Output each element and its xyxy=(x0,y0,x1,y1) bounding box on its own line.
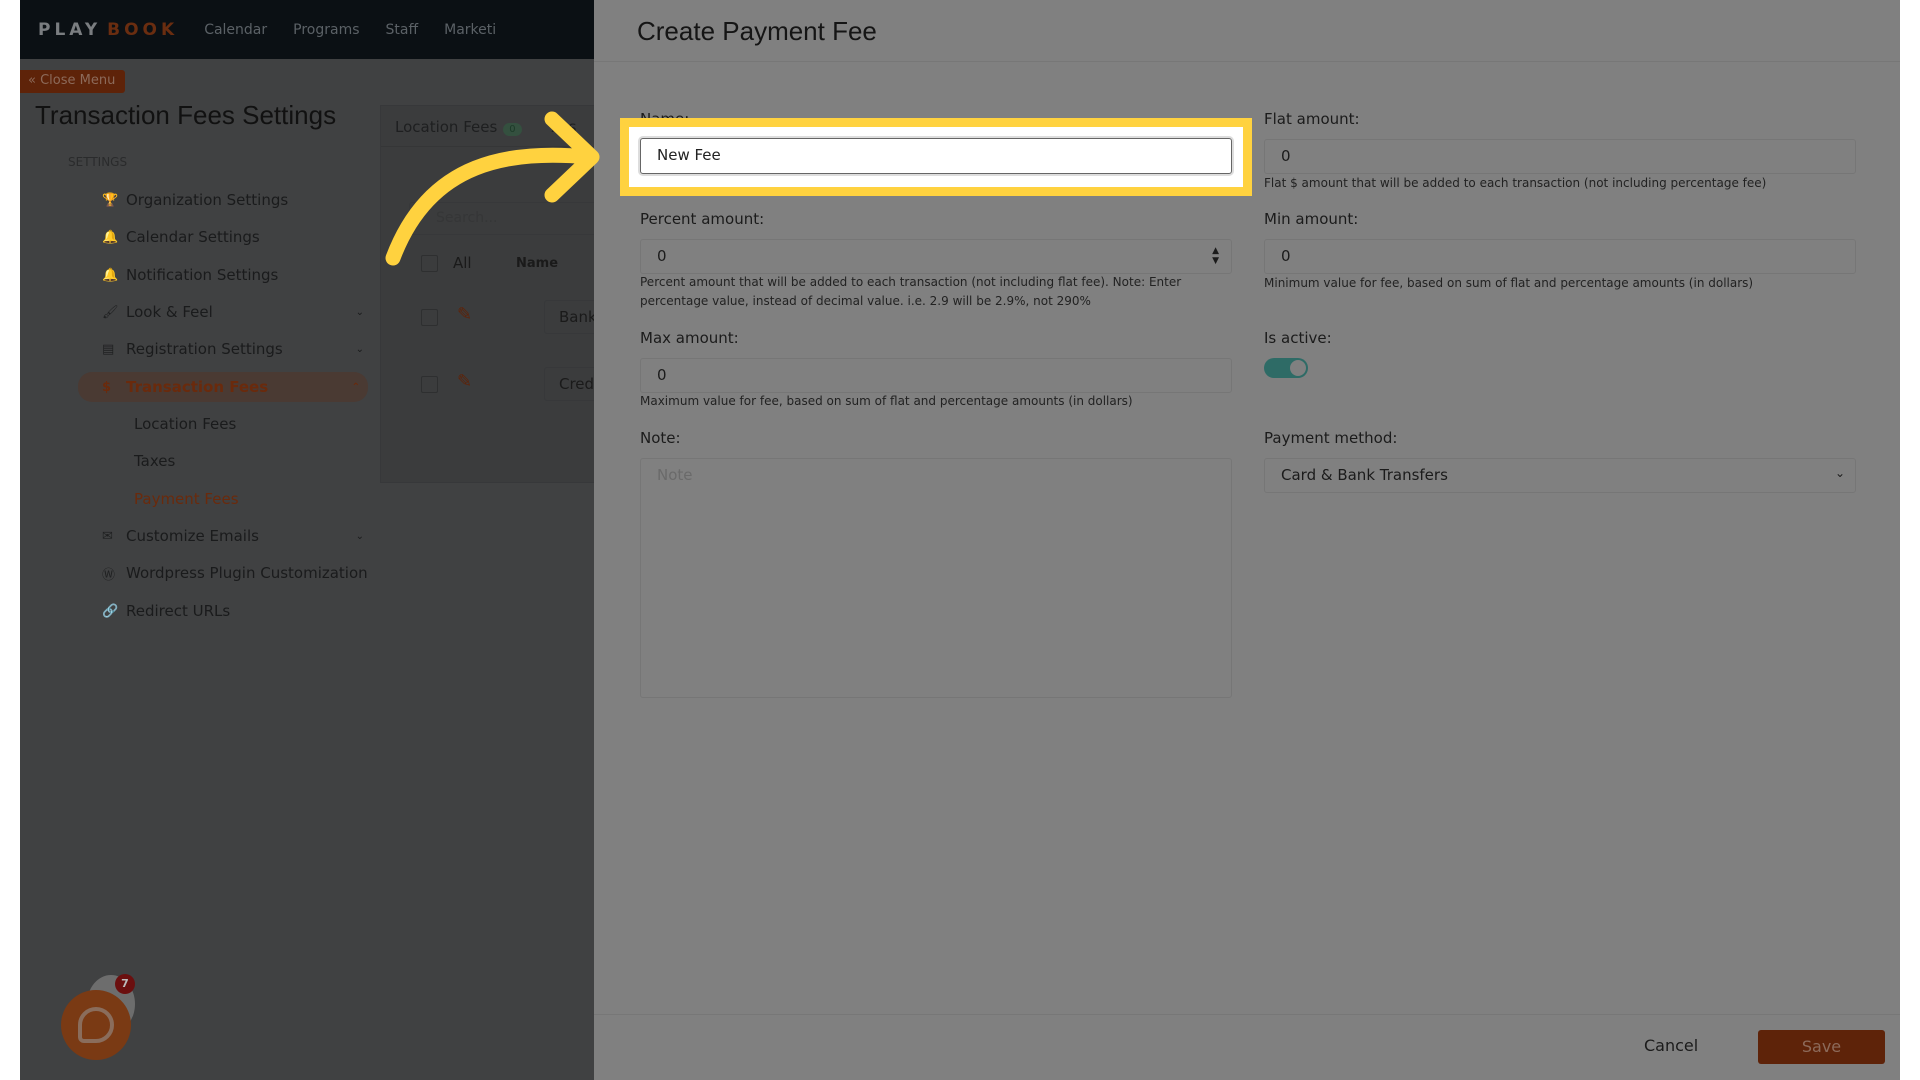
arrow-annotation-icon xyxy=(385,111,600,266)
